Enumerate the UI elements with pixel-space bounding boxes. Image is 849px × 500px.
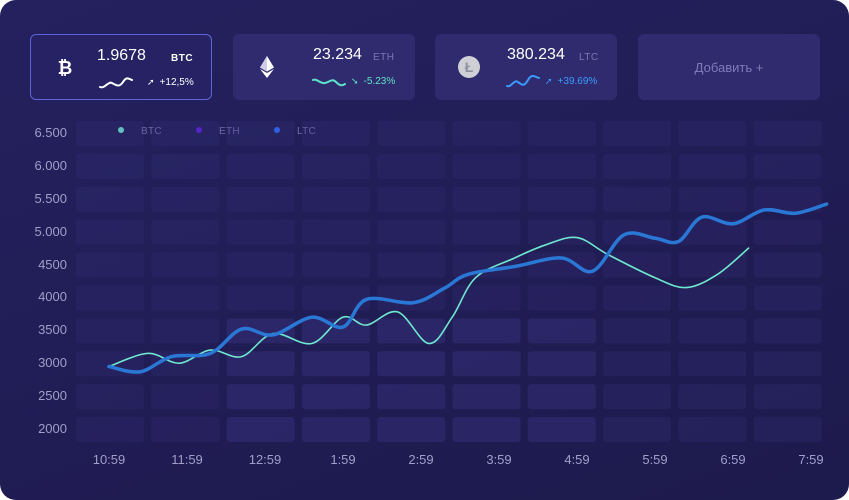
grid-cell	[226, 417, 295, 442]
grid-cell	[151, 318, 220, 344]
chart-grid	[76, 121, 822, 442]
grid-cell	[678, 417, 747, 442]
grid-cell	[301, 384, 370, 410]
grid-cell	[527, 153, 596, 179]
grid-cell	[603, 417, 672, 442]
grid-cell	[76, 121, 144, 146]
grid-cell	[151, 219, 220, 245]
grid-cell	[452, 219, 521, 245]
grid-cell	[76, 384, 144, 410]
grid-cell	[452, 121, 521, 146]
grid-cell	[753, 384, 822, 410]
grid-cell	[377, 417, 446, 442]
grid-cell	[527, 384, 596, 410]
grid-cell	[377, 285, 446, 311]
grid-cell	[753, 285, 822, 311]
grid-cell	[603, 351, 672, 377]
grid-cell	[301, 121, 370, 146]
grid-cell	[76, 285, 144, 311]
grid-cell	[226, 186, 295, 212]
grid-cell	[678, 121, 747, 146]
grid-cell	[151, 384, 220, 410]
grid-cell	[603, 384, 672, 410]
grid-cell	[753, 351, 822, 377]
grid-cell	[452, 252, 521, 278]
grid-cell	[678, 318, 747, 344]
grid-cell	[753, 318, 822, 344]
grid-cell	[76, 219, 144, 245]
grid-cell	[76, 318, 144, 344]
grid-cell	[377, 351, 446, 377]
grid-cell	[151, 252, 220, 278]
grid-cell	[301, 252, 370, 278]
grid-cell	[527, 186, 596, 212]
grid-cell	[452, 318, 521, 344]
grid-cell	[452, 417, 521, 442]
grid-cell	[377, 121, 446, 146]
grid-cell	[452, 351, 521, 377]
grid-cell	[603, 318, 672, 344]
grid-cell	[603, 285, 672, 311]
grid-cell	[678, 285, 747, 311]
grid-cell	[527, 285, 596, 311]
grid-cell	[151, 153, 220, 179]
grid-cell	[377, 318, 446, 344]
grid-cell	[226, 384, 295, 410]
grid-cell	[527, 351, 596, 377]
grid-cell	[527, 318, 596, 344]
grid-cell	[301, 153, 370, 179]
grid-cell	[377, 186, 446, 212]
grid-cell	[76, 417, 144, 442]
grid-cell	[678, 252, 747, 278]
grid-cell	[603, 121, 672, 146]
grid-cell	[377, 252, 446, 278]
grid-cell	[151, 285, 220, 311]
dashboard-panel: ₿ 1.9678 BTC ➚ +12,5% 23.234 ETH ➘ -5.23% …	[0, 0, 849, 500]
grid-cell	[76, 153, 144, 179]
grid-cell	[377, 153, 446, 179]
grid-cell	[753, 153, 822, 179]
grid-cell	[377, 219, 446, 245]
grid-cell	[678, 153, 747, 179]
grid-cell	[527, 121, 596, 146]
grid-cell	[151, 121, 220, 146]
grid-cell	[226, 351, 295, 377]
grid-cell	[452, 384, 521, 410]
grid-cell	[301, 219, 370, 245]
grid-cell	[753, 252, 822, 278]
grid-cell	[226, 285, 295, 311]
grid-cell	[226, 219, 295, 245]
grid-cell	[678, 351, 747, 377]
grid-cell	[301, 351, 370, 377]
grid-cell	[151, 186, 220, 212]
grid-cell	[76, 252, 144, 278]
grid-cell	[452, 186, 521, 212]
grid-cell	[226, 121, 295, 146]
grid-cell	[226, 153, 295, 179]
grid-cell	[603, 252, 672, 278]
grid-cell	[753, 219, 822, 245]
grid-cell	[753, 121, 822, 146]
grid-cell	[678, 384, 747, 410]
grid-cell	[151, 417, 220, 442]
grid-cell	[603, 186, 672, 212]
line-chart	[76, 121, 829, 442]
grid-cell	[527, 417, 596, 442]
grid-cell	[753, 417, 822, 442]
grid-cell	[226, 252, 295, 278]
grid-cell	[377, 384, 446, 410]
grid-cell	[301, 186, 370, 212]
grid-cell	[76, 186, 144, 212]
grid-cell	[301, 417, 370, 442]
grid-cell	[603, 153, 672, 179]
grid-cell	[678, 186, 747, 212]
grid-cell	[452, 153, 521, 179]
